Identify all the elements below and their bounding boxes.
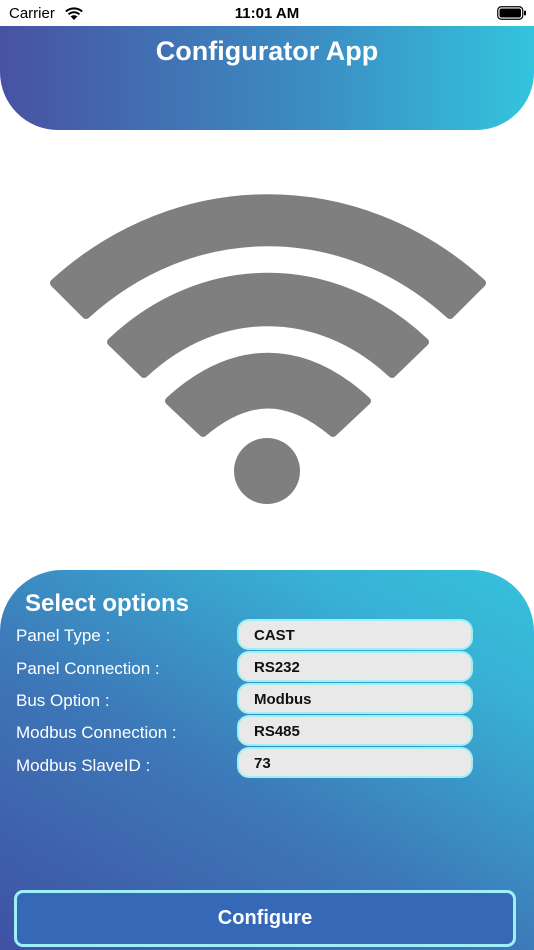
wifi-icon [50, 194, 486, 504]
panel-connection-field[interactable]: RS232 [237, 651, 473, 682]
app-header: Configurator App [0, 26, 534, 130]
status-time: 11:01 AM [234, 5, 300, 22]
modbus-slaveid-field[interactable]: 73 [237, 747, 473, 778]
modbus-connection-field[interactable]: RS485 [237, 715, 473, 746]
battery-icon [497, 6, 526, 20]
bus-option-label: Bus Option : [16, 691, 110, 710]
app-title: Configurator App [155, 36, 379, 66]
configurator-screen: Carrier 11:01 AM Configurator App Select… [0, 0, 534, 950]
panel-type-label: Panel Type : [16, 626, 111, 645]
bus-option-value: Modbus [254, 691, 312, 708]
options-title: Select options [25, 590, 190, 617]
panel-connection-label: Panel Connection : [16, 659, 160, 678]
bus-option-field[interactable]: Modbus [237, 683, 473, 714]
panel-type-value: CAST [254, 627, 295, 644]
modbus-connection-value: RS485 [254, 723, 300, 740]
panel-type-field[interactable]: CAST [237, 619, 473, 650]
configure-button[interactable]: Configure [14, 890, 516, 947]
modbus-slaveid-value: 73 [254, 755, 271, 772]
modbus-slaveid-label: Modbus SlaveID : [16, 756, 151, 775]
panel-connection-value: RS232 [254, 659, 300, 676]
status-bar: Carrier 11:01 AM [0, 0, 534, 28]
modbus-connection-label: Modbus Connection : [16, 723, 177, 742]
